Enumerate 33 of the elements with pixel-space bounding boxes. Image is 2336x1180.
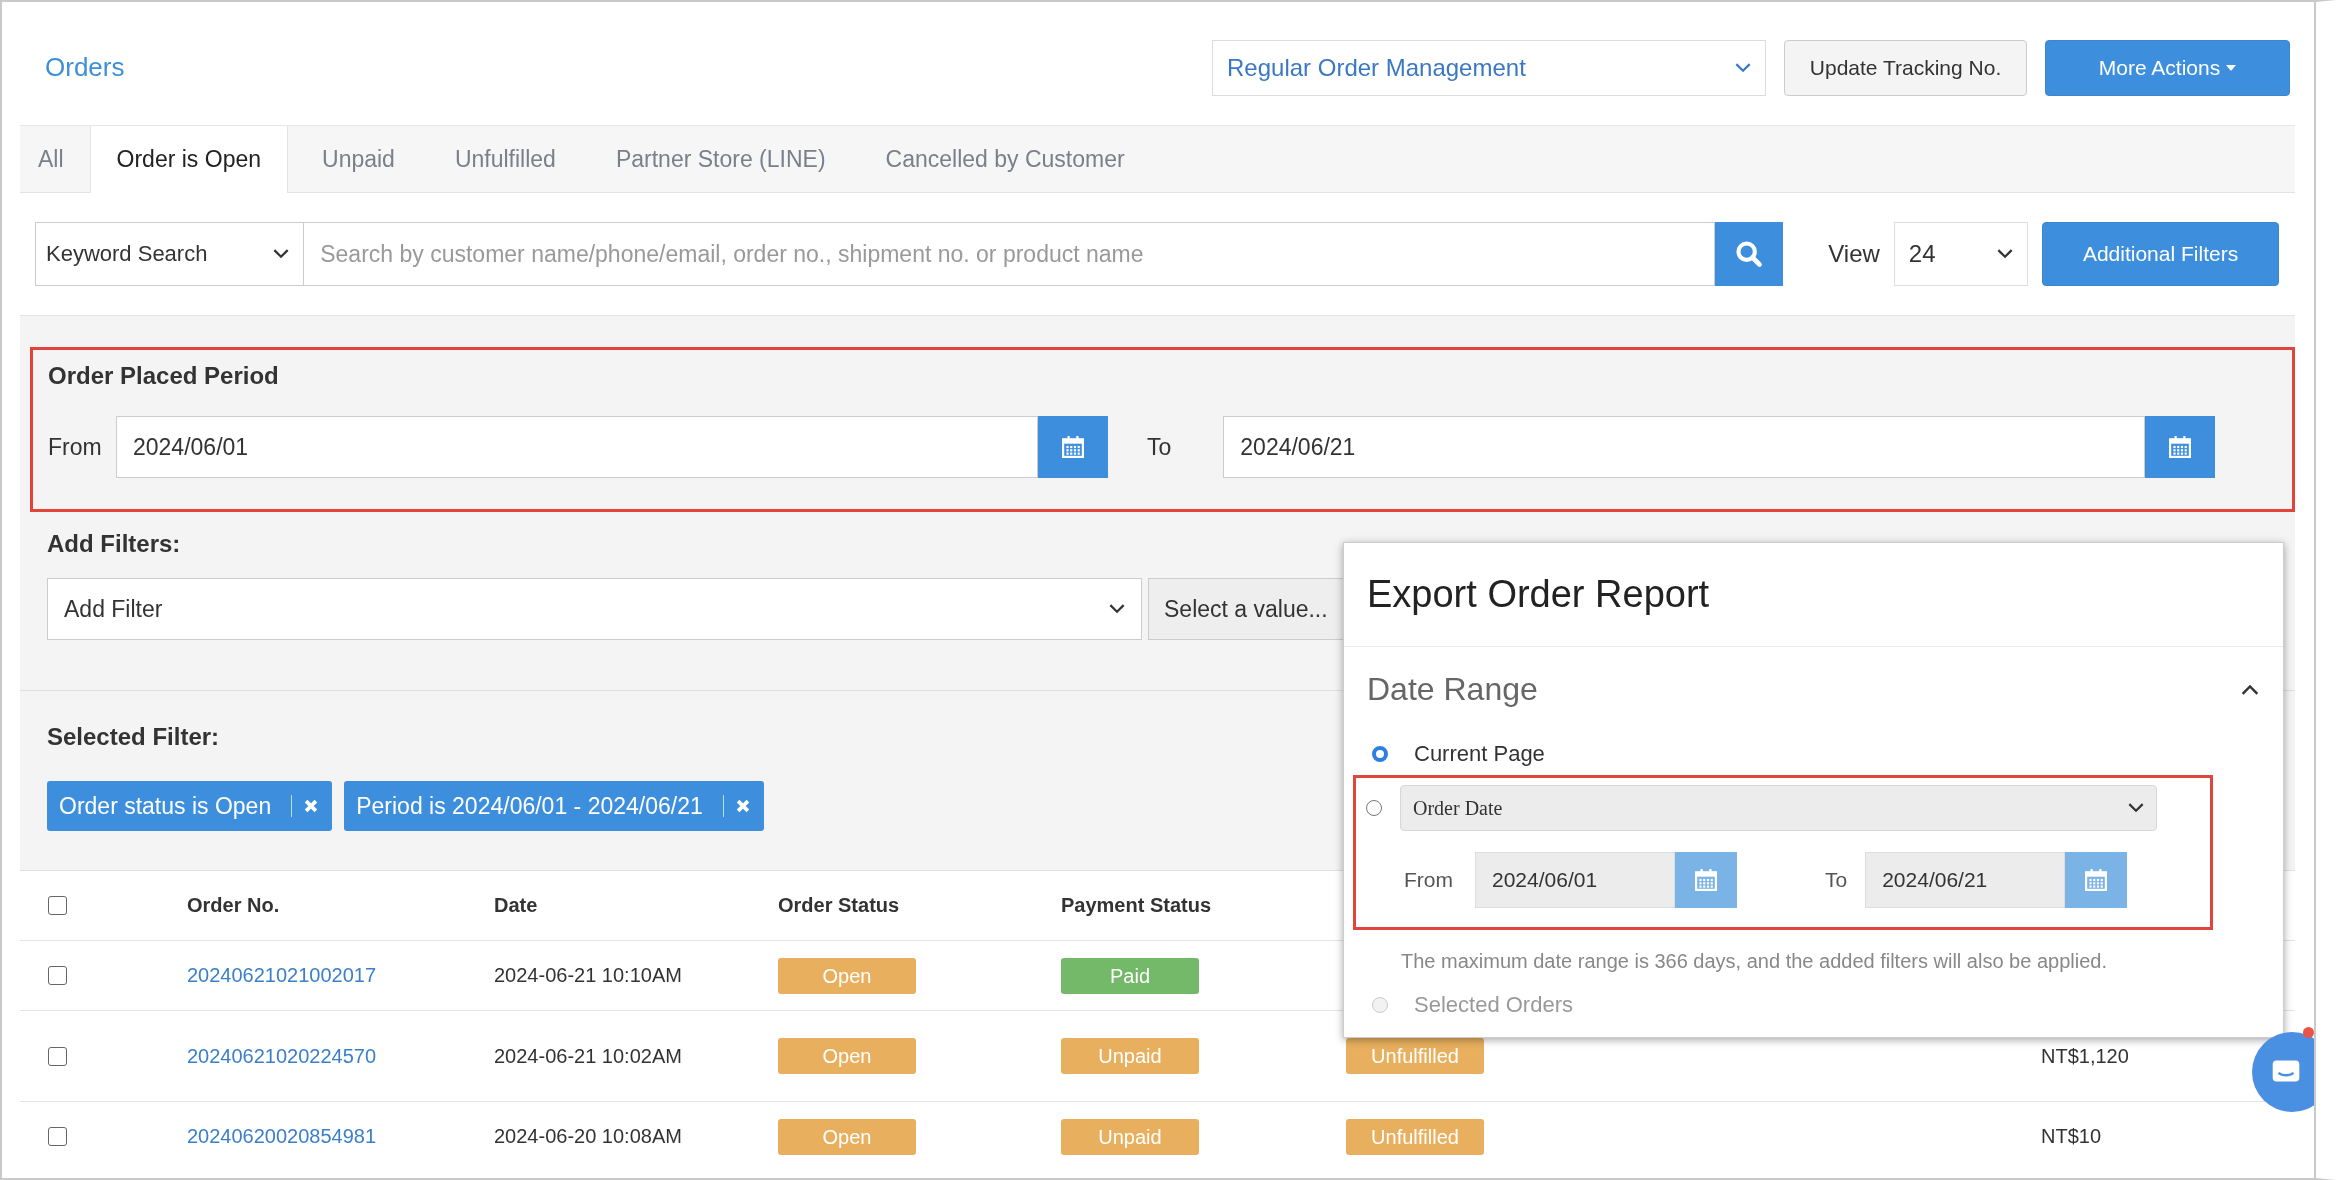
section-title: Selected Filter: (47, 723, 220, 751)
column-header: Date (494, 894, 539, 917)
from-label: From (48, 433, 103, 461)
order-total: NT$10 (2041, 1125, 2102, 1147)
fulfillment-badge: Unfulfilled (1346, 1038, 1484, 1074)
status-badge: Open (778, 957, 916, 994)
option-label: Selected Orders (1414, 992, 1573, 1018)
status-badge: Open (778, 1038, 916, 1074)
payment-badge: Unpaid (1061, 1038, 1199, 1074)
to-label: To (1147, 433, 1172, 461)
section-title: Order Placed Period (48, 362, 279, 390)
chip-label: Period is 2024/06/01 - 2024/06/21 (356, 792, 703, 820)
column-header: Payment Status (1061, 894, 1213, 917)
status-badge: Open (778, 1118, 916, 1155)
payment-badge: Unpaid (1061, 1118, 1199, 1155)
option-label: Current Page (1414, 741, 1545, 767)
section-title: Date Range (1367, 670, 1538, 708)
column-header: Order No. (187, 894, 281, 917)
page-title: Orders (45, 52, 125, 83)
payment-badge: Paid (1061, 957, 1199, 994)
order-date: 2024-06-21 10:02AM (494, 1044, 682, 1067)
order-date: 2024-06-20 10:08AM (494, 1125, 682, 1147)
to-label: To (1825, 867, 1848, 893)
chip-label: Order status is Open (59, 792, 272, 820)
section-title: Add Filters: (47, 530, 181, 558)
fulfillment-badge: Unfulfilled (1346, 1118, 1484, 1155)
view-label: View (1828, 240, 1880, 268)
dialog-title: Export Order Report (1344, 543, 2283, 647)
order-date: 2024-06-21 10:10AM (494, 964, 682, 986)
order-total: NT$1,120 (2041, 1044, 2129, 1067)
from-label: From (1404, 867, 1453, 893)
hint-text: The maximum date range is 366 days, and the added filters will also be applied. (1400, 949, 2108, 974)
column-header: Order Status (778, 894, 901, 917)
